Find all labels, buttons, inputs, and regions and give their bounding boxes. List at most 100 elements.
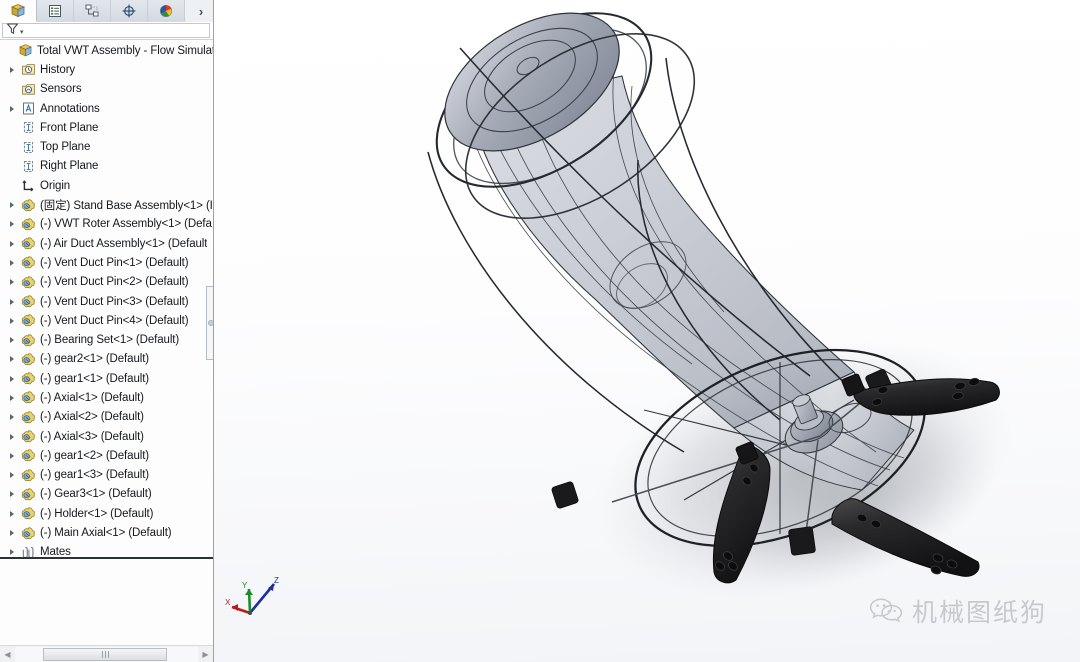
tree-filter-input[interactable]: ▾ (2, 22, 210, 40)
graphics-viewport[interactable]: Z Y X 机械图纸狗 (214, 0, 1080, 662)
triad-y-label: Y (242, 581, 248, 590)
expand-arrow-icon[interactable] (4, 388, 20, 407)
component-icon (20, 293, 37, 310)
tree-item-label: Annotations (40, 102, 100, 115)
expand-arrow-icon[interactable] (4, 369, 20, 388)
component-icon (20, 389, 37, 406)
scroll-left-arrow[interactable]: ◀ (0, 647, 15, 662)
chevron-right-icon (10, 221, 14, 228)
feature-manager-panel: › ▾ Total VWT Assembly - Flow Simulation… (0, 0, 214, 662)
watermark-text: 机械图纸狗 (912, 598, 1048, 627)
panel-splitter-handle[interactable] (206, 286, 213, 360)
tree-item[interactable]: Top Plane (0, 137, 213, 156)
tree-item-label: Origin (40, 179, 71, 192)
expand-arrow-icon[interactable] (4, 543, 20, 562)
chevron-right-icon (10, 433, 14, 440)
filter-dropdown-caret[interactable]: ▾ (20, 29, 24, 36)
tab-overflow-button[interactable]: › (188, 0, 213, 22)
filter-funnel-icon (6, 22, 19, 40)
chevron-right-icon (10, 337, 14, 344)
tree-item[interactable]: (-) gear1<3> (Default) (0, 466, 213, 485)
expand-arrow-icon[interactable] (4, 99, 20, 118)
expand-spacer (4, 157, 20, 176)
tree-item[interactable]: (-) gear1<2> (Default) (0, 446, 213, 465)
component-icon (20, 505, 37, 522)
tree-item[interactable]: (-) Air Duct Assembly<1> (Default (0, 234, 213, 253)
tree-item-label: (-) Main Axial<1> (Default) (40, 527, 172, 540)
tree-item[interactable]: Origin (0, 176, 213, 195)
scroll-right-arrow[interactable]: ▶ (198, 647, 213, 662)
tree-item[interactable]: History (0, 60, 213, 79)
expand-arrow-icon[interactable] (4, 311, 20, 330)
tree-item[interactable]: Right Plane (0, 157, 213, 176)
plane-icon (20, 119, 37, 136)
tree-item[interactable]: Front Plane (0, 118, 213, 137)
tab-dimxpert-manager[interactable] (111, 0, 148, 22)
triad-z-label: Z (274, 576, 279, 585)
tree-item[interactable]: (-) Axial<1> (Default) (0, 388, 213, 407)
expand-arrow-icon[interactable] (4, 196, 20, 215)
component-icon (20, 235, 37, 252)
expand-arrow-icon[interactable] (4, 524, 20, 543)
component-icon (20, 486, 37, 503)
tree-item[interactable]: (-) Vent Duct Pin<3> (Default) (0, 292, 213, 311)
scrollbar-grip-icon (101, 650, 109, 658)
tree-item-label: (-) VWT Roter Assembly<1> (Defa (40, 218, 212, 231)
component-icon (20, 254, 37, 271)
expand-arrow-icon[interactable] (4, 350, 20, 369)
component-icon (20, 274, 37, 291)
chevron-right-icon (10, 240, 14, 247)
chevron-right-icon (10, 472, 14, 479)
tree-item[interactable]: (-) Axial<3> (Default) (0, 427, 213, 446)
tree-item[interactable]: (-) Main Axial<1> (Default) (0, 523, 213, 542)
tree-horizontal-scrollbar[interactable]: ◀ ▶ (0, 645, 213, 662)
dimxpert-icon (121, 3, 137, 19)
expand-arrow-icon[interactable] (4, 292, 20, 311)
expand-arrow-icon[interactable] (4, 273, 20, 292)
chevron-right-icon (10, 510, 14, 517)
expand-arrow-icon[interactable] (4, 215, 20, 234)
expand-arrow-icon[interactable] (4, 331, 20, 350)
tree-item[interactable]: (固定) Stand Base Assembly<1> (I (0, 195, 213, 214)
tree-item[interactable]: Annotations (0, 99, 213, 118)
configuration-icon (84, 3, 100, 19)
expand-spacer (1, 41, 17, 60)
scrollbar-track[interactable] (15, 646, 198, 662)
scrollbar-thumb[interactable] (43, 647, 167, 661)
expand-arrow-icon[interactable] (4, 427, 20, 446)
expand-arrow-icon[interactable] (4, 253, 20, 272)
expand-arrow-icon[interactable] (4, 234, 20, 253)
expand-arrow-icon[interactable] (4, 446, 20, 465)
expand-arrow-icon[interactable] (4, 60, 20, 79)
tree-item[interactable]: (-) Vent Duct Pin<2> (Default) (0, 273, 213, 292)
expand-arrow-icon[interactable] (4, 408, 20, 427)
tree-item[interactable]: (-) Vent Duct Pin<1> (Default) (0, 253, 213, 272)
tree-item[interactable]: (-) gear1<1> (Default) (0, 369, 213, 388)
tree-item[interactable]: Sensors (0, 80, 213, 99)
tree-item[interactable]: Mates (0, 543, 213, 562)
tree-item[interactable]: (-) Vent Duct Pin<4> (Default) (0, 311, 213, 330)
expand-arrow-icon[interactable] (4, 485, 20, 504)
tree-item[interactable]: (-) Holder<1> (Default) (0, 504, 213, 523)
splitter-grip-dot (207, 320, 213, 326)
tree-item[interactable]: (-) Gear3<1> (Default) (0, 485, 213, 504)
design-tree[interactable]: Total VWT Assembly - Flow Simulation Hist… (0, 41, 213, 645)
component-icon (20, 332, 37, 349)
expand-arrow-icon[interactable] (4, 504, 20, 523)
tab-display-manager[interactable] (148, 0, 185, 22)
tab-property-manager[interactable] (37, 0, 74, 22)
tab-configuration-manager[interactable] (74, 0, 111, 22)
tree-item[interactable]: (-) Axial<2> (Default) (0, 408, 213, 427)
chevron-right-icon (10, 394, 14, 401)
tree-item[interactable]: Total VWT Assembly - Flow Simulation (0, 41, 213, 60)
expand-arrow-icon[interactable] (4, 466, 20, 485)
tab-feature-manager-design-tree[interactable] (0, 0, 37, 22)
tree-item[interactable]: (-) gear2<1> (Default) (0, 350, 213, 369)
tree-item[interactable]: (-) Bearing Set<1> (Default) (0, 330, 213, 349)
tree-item-label: (-) Axial<1> (Default) (40, 391, 144, 404)
chevron-right-icon (10, 202, 14, 209)
chevron-right-icon (10, 491, 14, 498)
chevron-right-icon (10, 414, 14, 421)
plane-icon (20, 158, 37, 175)
tree-item[interactable]: (-) VWT Roter Assembly<1> (Defa (0, 215, 213, 234)
